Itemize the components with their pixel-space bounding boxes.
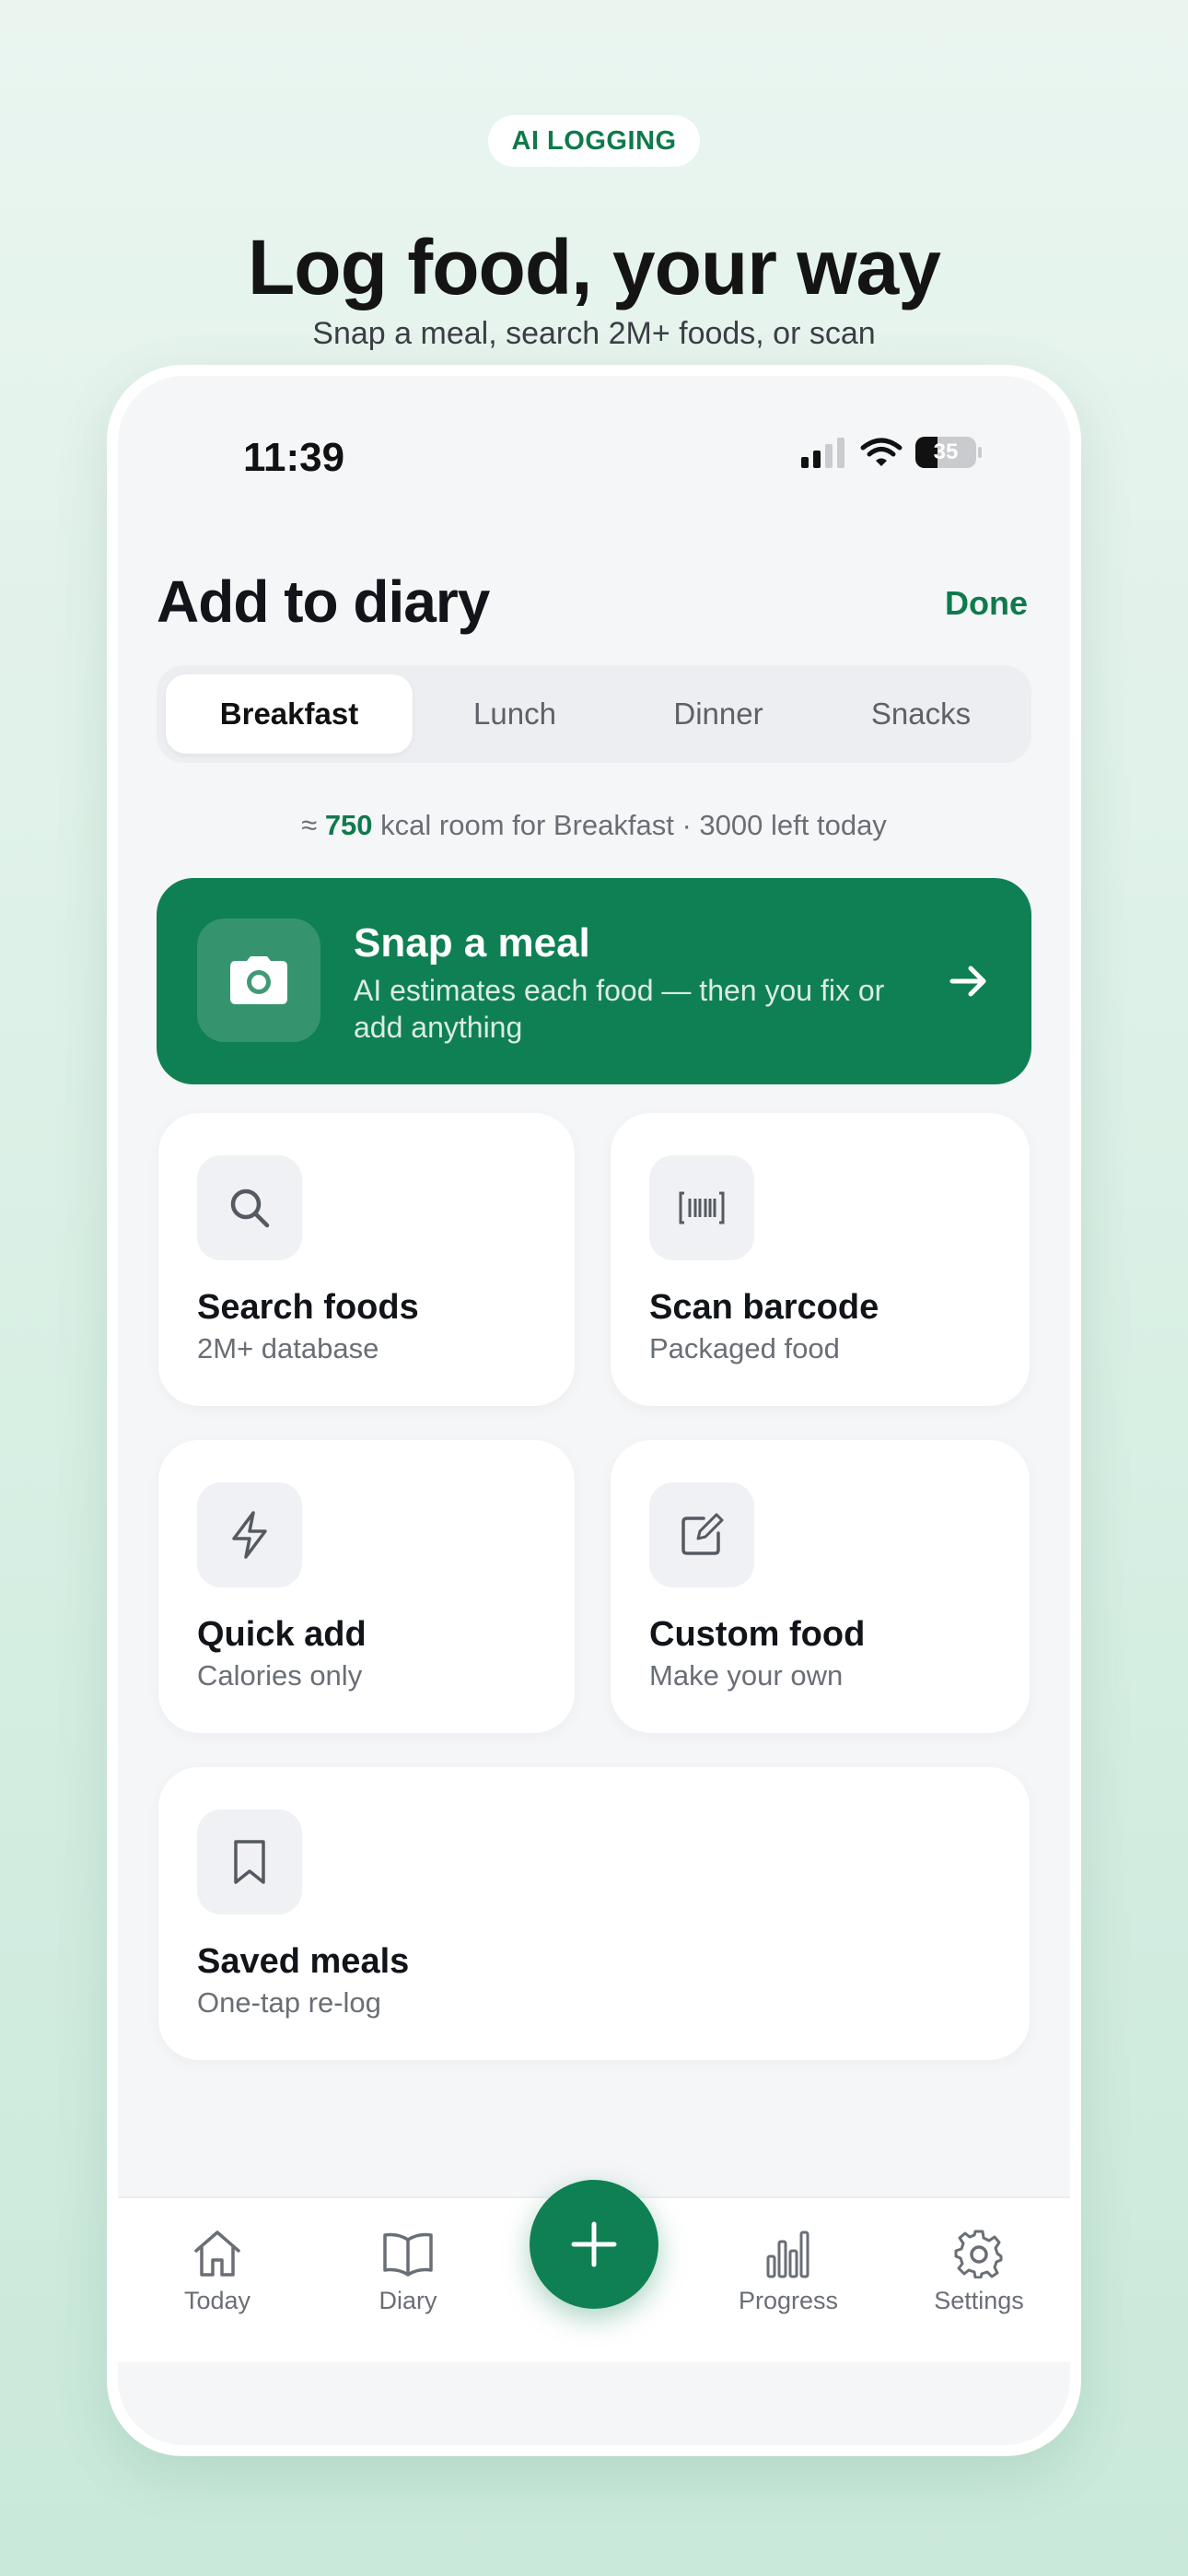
- tab-today[interactable]: Today: [148, 2226, 286, 2315]
- home-indicator-area: [118, 2362, 1070, 2445]
- promo-subheadline: Snap a meal, search 2M+ foods, or scan: [312, 316, 876, 351]
- snap-subtitle: AI estimates each food — then you fix or…: [354, 974, 885, 1044]
- lightning-icon: [232, 1511, 267, 1559]
- book-icon: [383, 2232, 433, 2277]
- home-icon: [194, 2231, 240, 2277]
- tab-breakfast[interactable]: Breakfast: [166, 674, 413, 754]
- scan-barcode-card[interactable]: Scan barcode Packaged food: [611, 1113, 1030, 1406]
- snap-a-meal-button[interactable]: Snap a meal AI estimates each food — the…: [157, 878, 1031, 1084]
- kcal-room-value: 750: [324, 809, 373, 841]
- search-foods-card[interactable]: Search foods 2M+ database: [158, 1113, 575, 1406]
- card-subtitle: Calories only: [197, 1659, 363, 1692]
- quick-add-card[interactable]: Quick add Calories only: [158, 1440, 575, 1733]
- tab-label: Today: [183, 2287, 251, 2314]
- meal-segmented-control: Breakfast Lunch Dinner Snacks: [157, 665, 1031, 763]
- tab-label: Progress: [738, 2287, 839, 2314]
- add-fab-button[interactable]: [530, 2180, 658, 2309]
- wifi-icon: [860, 438, 903, 466]
- calorie-room-text: ≈ 750 kcal room for Breakfast · 3000 lef…: [301, 809, 887, 841]
- card-title: Quick add: [197, 1615, 367, 1654]
- done-button[interactable]: Done: [945, 584, 1028, 623]
- card-subtitle: Packaged food: [649, 1332, 840, 1364]
- app-screen: 11:39 35 Add to diary Done Breakfast Lun…: [118, 376, 1070, 2445]
- tab-diary[interactable]: Diary: [339, 2226, 477, 2315]
- custom-food-card[interactable]: Custom food Make your own: [611, 1440, 1030, 1733]
- card-title: Scan barcode: [649, 1288, 879, 1327]
- card-title: Search foods: [197, 1288, 419, 1327]
- arrow-right-icon: [949, 966, 986, 997]
- battery-level: 35: [933, 439, 959, 464]
- card-subtitle: Make your own: [649, 1659, 844, 1692]
- phone-frame: 11:39 35 Add to diary Done Breakfast Lun…: [107, 365, 1081, 2456]
- tab-dinner[interactable]: Dinner: [626, 674, 810, 754]
- camera-icon-box: [197, 919, 320, 1042]
- search-icon: [230, 1188, 270, 1228]
- camera-icon: [230, 956, 287, 1004]
- barcode-icon: [679, 1191, 725, 1224]
- tab-label: Diary: [379, 2287, 437, 2314]
- bookmark-icon: [234, 1840, 265, 1884]
- snap-title: Snap a meal: [354, 920, 590, 966]
- promo-headline: Log food, your way: [248, 224, 941, 310]
- card-subtitle: 2M+ database: [197, 1332, 379, 1364]
- status-time: 11:39: [243, 435, 345, 480]
- edit-icon: [681, 1513, 724, 1555]
- card-title: Custom food: [649, 1615, 866, 1654]
- tab-lunch[interactable]: Lunch: [433, 674, 597, 754]
- bar-chart-icon: [766, 2231, 809, 2278]
- page-title: Add to diary: [157, 568, 490, 635]
- signal-icon: [801, 438, 844, 468]
- tab-progress[interactable]: Progress: [719, 2226, 857, 2315]
- tab-snacks[interactable]: Snacks: [829, 674, 1013, 754]
- battery-indicator: 35: [915, 437, 976, 468]
- gear-icon: [954, 2230, 1003, 2278]
- status-icons: 35: [799, 437, 982, 468]
- saved-meals-card[interactable]: Saved meals One-tap re-log: [158, 1767, 1030, 2060]
- tab-label: Settings: [934, 2287, 1024, 2314]
- card-subtitle: One-tap re-log: [197, 1986, 381, 2019]
- ai-logging-badge: AI LOGGING: [488, 115, 700, 167]
- card-title: Saved meals: [197, 1942, 410, 1981]
- tab-settings[interactable]: Settings: [910, 2226, 1048, 2315]
- plus-icon: [571, 2221, 617, 2267]
